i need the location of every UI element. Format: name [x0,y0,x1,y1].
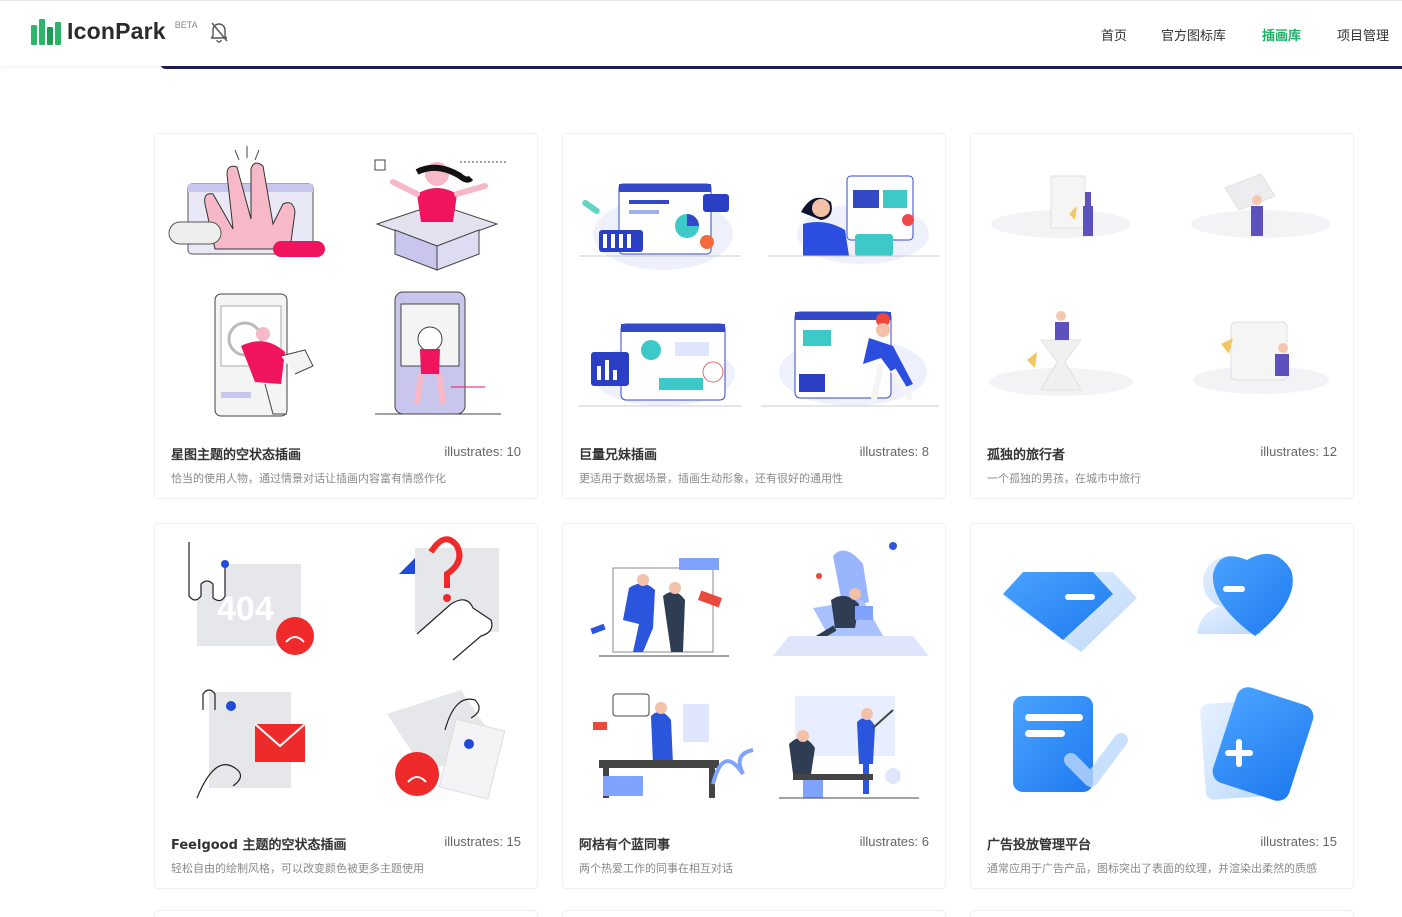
card-title: 星图主题的空状态插画 [171,448,302,463]
illustrations-count: illustrates: 15 [1260,834,1337,849]
illustrations-count: illustrates: 15 [444,834,521,849]
card-title: Feelgood 主题的空状态插画 [171,838,347,853]
illustration-card[interactable]: 巨量兄妹插画 illustrates: 8 更适用于数据场景，插画生动形象，还有… [562,133,946,499]
card-illustration-preview: 404 [188,536,506,800]
illustration-card[interactable]: 星图主题的空状态插画 illustrates: 10 恰当的使用人物，通过情景对… [154,133,538,499]
iconpark-logo[interactable]: IconPark BETA [31,18,198,45]
notification-off-icon[interactable] [209,21,229,43]
illustration-card[interactable]: 孤独的旅行者 illustrates: 12 一个孤独的男孩，在城市中旅行 [970,133,1354,499]
beta-badge: BETA [174,19,198,30]
card-illustration-preview [579,175,939,407]
card-title: 阿桔有个蓝同事 [579,838,671,853]
card-description: 通常应用于广告产品，图标突出了表面的纹理，并渲染出柔然的质感 [987,862,1317,875]
illustration-card[interactable]: 广告投放管理平台 illustrates: 15 通常应用于广告产品，图标突出了… [970,523,1354,889]
illustration-card[interactable] [970,910,1354,917]
logo-text: IconPark [67,18,166,44]
card-illustration-preview [168,146,507,417]
illustration-card[interactable] [154,910,538,917]
nav-official-icons[interactable]: 官方图标库 [1161,25,1226,44]
illustrations-count: illustrates: 6 [859,834,929,849]
card-description: 一个孤独的男孩，在城市中旅行 [987,472,1141,485]
card-description: 更适用于数据场景，插画生动形象，还有很好的通用性 [579,472,843,485]
nav-home[interactable]: 首页 [1101,25,1127,44]
card-description: 两个热爱工作的同事在相互对话 [579,862,733,875]
illustration-card[interactable] [562,910,946,917]
top-navbar: IconPark BETA 首页 官方图标库 插画库 项目管理 [0,0,1402,66]
card-illustration-preview [1003,553,1314,801]
card-title: 巨量兄妹插画 [579,448,658,463]
nav-project-management[interactable]: 项目管理 [1337,25,1389,44]
card-illustration-preview [989,173,1331,396]
logo-mark-icon [31,18,61,45]
illustrations-count: illustrates: 12 [1260,444,1337,459]
card-title: 广告投放管理平台 [987,838,1092,853]
illustrations-count: illustrates: 8 [859,444,929,459]
card-description: 轻松自由的绘制风格，可以改变颜色被更多主题使用 [171,862,424,875]
illustration-card[interactable]: 404 Feelgood 主题的空状态插画 illustrates: 15 轻松… [154,523,538,889]
nav-illustrations[interactable]: 插画库 [1262,25,1301,44]
illustration-card[interactable]: 阿桔有个蓝同事 illustrates: 6 两个热爱工作的同事在相互对话 [562,523,946,889]
illustrations-count: illustrates: 10 [444,444,521,459]
card-title: 孤独的旅行者 [987,448,1066,463]
card-illustration-preview [590,542,929,799]
card-description: 恰当的使用人物，通过情景对话让插画内容富有情感作化 [171,472,446,485]
